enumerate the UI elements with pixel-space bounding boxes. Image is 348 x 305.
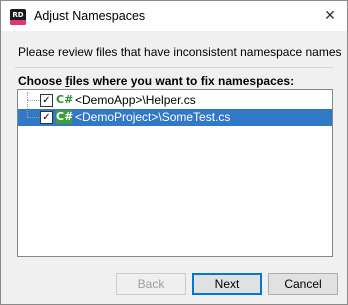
cancel-button[interactable]: Cancel [268, 273, 338, 295]
file-checkbox[interactable]: ✓ [40, 94, 53, 107]
instruction-text: Please review files that have inconsiste… [18, 45, 342, 59]
file-row-selected[interactable]: ✓ C# <DemoProject>\SomeTest.cs [18, 100, 332, 126]
resharper-app-icon: RD [10, 9, 26, 25]
app-icon-stripe [10, 20, 26, 25]
title-bar: RD Adjust Namespaces ✕ [1, 1, 347, 31]
file-label: <DemoApp>\Helper.cs [75, 93, 196, 107]
group-label-before: Choose [18, 74, 66, 88]
csharp-file-icon: C# [56, 110, 74, 124]
next-button[interactable]: Next [192, 273, 262, 295]
window-title: Adjust Namespaces [34, 9, 146, 23]
file-label: <DemoProject>\SomeTest.cs [75, 110, 231, 124]
file-list[interactable]: ✓ C# <DemoApp>\Helper.cs ✓ C# <DemoProje… [17, 89, 333, 257]
file-row[interactable]: ✓ C# <DemoApp>\Helper.cs [18, 92, 332, 109]
separator [15, 67, 333, 68]
csharp-file-icon: C# [56, 93, 74, 106]
back-button[interactable]: Back [116, 273, 186, 295]
close-icon[interactable]: ✕ [313, 1, 347, 31]
group-label-after: iles where you want to fix namespaces: [69, 74, 295, 88]
tree-connector-horizontal [27, 117, 39, 119]
adjust-namespaces-dialog: RD Adjust Namespaces ✕ Please review fil… [0, 0, 348, 305]
tree-connector [27, 100, 29, 117]
tree-connector [27, 92, 29, 100]
app-icon-label: RD [12, 11, 24, 19]
files-group-label: Choose files where you want to fix names… [18, 74, 294, 88]
file-checkbox[interactable]: ✓ [40, 111, 53, 124]
